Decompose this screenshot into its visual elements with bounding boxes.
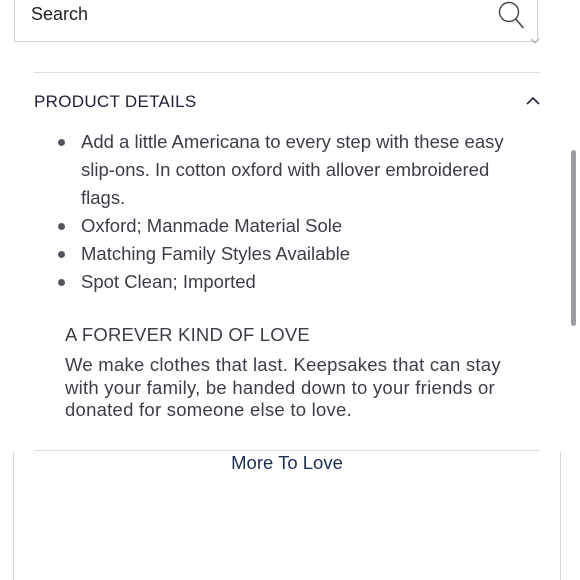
search-icon[interactable] bbox=[497, 0, 525, 30]
scrollbar[interactable] bbox=[571, 150, 576, 326]
product-details-page: Search PRODUCT DETAILS Add a little Amer… bbox=[0, 0, 580, 580]
details-list-item: Spot Clean; Imported bbox=[56, 268, 536, 296]
chevron-up-icon[interactable] bbox=[524, 95, 542, 107]
details-list-item: Oxford; Manmade Material Sole bbox=[56, 212, 536, 240]
panel-right-border bbox=[560, 452, 561, 580]
product-details-list: Add a little Americana to every step wit… bbox=[56, 128, 536, 296]
forever-body: We make clothes that last. Keepsakes tha… bbox=[65, 354, 501, 420]
footer-divider bbox=[34, 450, 540, 451]
panel-left-border bbox=[13, 452, 14, 580]
section-title[interactable]: PRODUCT DETAILS bbox=[34, 92, 197, 112]
section-divider bbox=[34, 72, 540, 73]
search-bar[interactable]: Search bbox=[14, 0, 538, 42]
forever-heading: A FOREVER KIND OF LOVE bbox=[65, 324, 310, 345]
details-list-item: Matching Family Styles Available bbox=[56, 240, 536, 268]
details-list-item: Add a little Americana to every step wit… bbox=[56, 128, 536, 212]
chevron-down-icon bbox=[530, 38, 540, 44]
more-to-love-link[interactable]: More To Love bbox=[0, 452, 574, 474]
search-label: Search bbox=[31, 4, 89, 24]
